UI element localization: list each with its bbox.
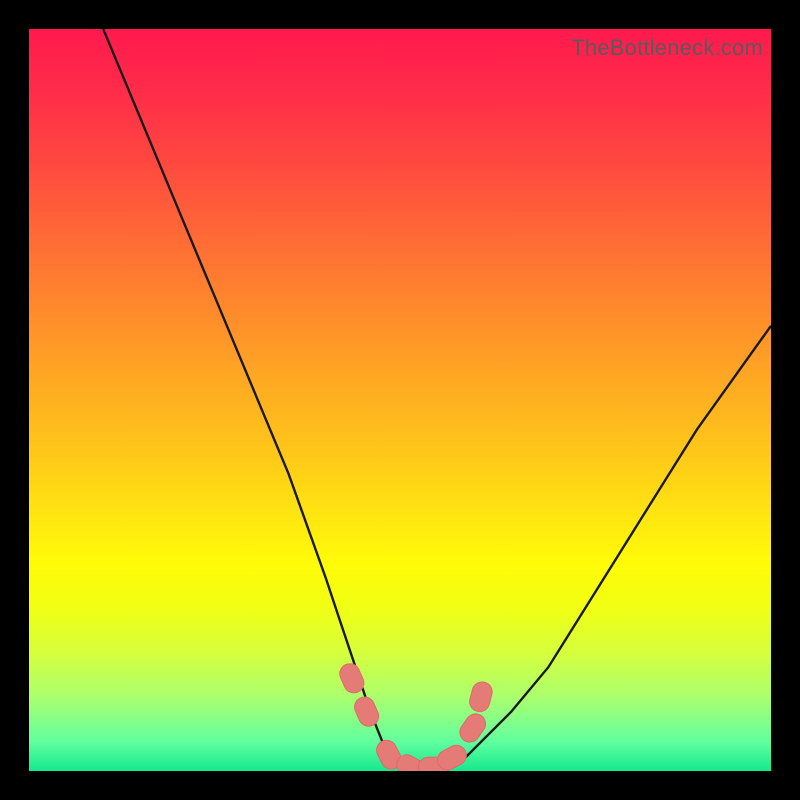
curve-path — [103, 29, 771, 771]
bottleneck-curve — [29, 29, 771, 771]
curve-marker — [467, 680, 494, 714]
chart-frame: TheBottleneck.com — [0, 0, 800, 800]
curve-marker — [351, 694, 381, 730]
curve-marker — [456, 710, 490, 746]
plot-area: TheBottleneck.com — [29, 29, 771, 771]
curve-markers — [337, 661, 495, 771]
